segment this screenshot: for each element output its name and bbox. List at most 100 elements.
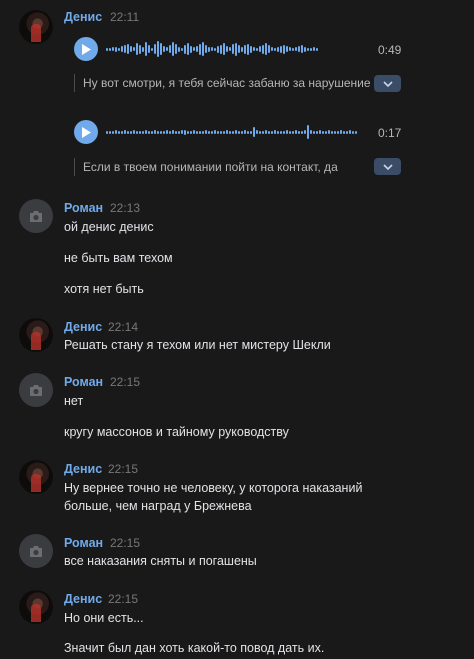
waveform-bar	[274, 47, 276, 51]
waveform-bar	[181, 47, 183, 51]
waveform-bar	[124, 45, 126, 53]
waveform-bar	[280, 130, 282, 134]
waveform-bar	[184, 129, 186, 135]
waveform-bar	[142, 46, 144, 52]
waveform-bar	[331, 130, 333, 134]
waveform-bar	[187, 43, 189, 55]
message-text: Ну вернее точно не человеку, у которога …	[64, 481, 363, 495]
waveform-bar	[175, 130, 177, 134]
waveform-bar	[274, 130, 276, 134]
waveform-bar	[190, 130, 192, 134]
waveform-bar	[235, 42, 237, 56]
waveform-bar	[106, 130, 108, 134]
waveform-bar	[280, 45, 282, 53]
waveform-bar	[157, 130, 159, 134]
waveform-bar	[217, 130, 219, 134]
avatar[interactable]	[19, 199, 53, 233]
message-text: ой денис денис	[64, 220, 154, 234]
waveform-bar	[208, 130, 210, 134]
waveform[interactable]	[106, 38, 318, 60]
waveform-bar	[334, 130, 336, 134]
waveform-bar	[115, 46, 117, 52]
expand-transcript-button[interactable]	[374, 75, 401, 92]
waveform-bar	[340, 130, 342, 134]
waveform-bar	[217, 45, 219, 53]
waveform-bar	[322, 130, 324, 134]
waveform-bar	[136, 130, 138, 134]
waveform-bar	[253, 47, 255, 51]
avatar[interactable]	[19, 590, 53, 624]
play-button[interactable]	[74, 37, 98, 61]
avatar[interactable]	[19, 318, 53, 352]
waveform-bar	[301, 45, 303, 53]
waveform-bar	[283, 44, 285, 54]
waveform-bar	[160, 130, 162, 134]
author-name[interactable]: Роман	[64, 536, 103, 550]
waveform-bar	[214, 130, 216, 134]
timestamp: 22:15	[108, 462, 139, 476]
waveform-bar	[226, 130, 228, 134]
waveform-bar	[220, 44, 222, 54]
avatar[interactable]	[19, 10, 53, 44]
waveform-bar	[337, 130, 339, 134]
waveform-bar	[241, 130, 243, 134]
waveform-bar	[133, 130, 135, 134]
voice-duration: 0:49	[378, 43, 402, 57]
message-text: Но они есть...	[64, 611, 144, 625]
message-text: нет	[64, 394, 84, 408]
waveform-bar	[169, 45, 171, 53]
waveform-bar	[316, 47, 318, 51]
waveform-bar	[205, 130, 207, 134]
waveform-bar	[232, 44, 234, 54]
chevron-down-icon	[382, 163, 393, 170]
message-text: не быть вам техом	[64, 251, 173, 265]
waveform-bar	[229, 47, 231, 51]
expand-transcript-button[interactable]	[374, 158, 401, 175]
waveform-bar	[328, 130, 330, 134]
waveform-bar	[304, 46, 306, 52]
waveform-bar	[250, 130, 252, 134]
waveform-bar	[190, 45, 192, 53]
waveform-bar	[166, 47, 168, 51]
waveform-bar	[112, 130, 114, 134]
waveform-bar	[115, 130, 117, 134]
waveform-bar	[148, 130, 150, 134]
waveform-bar	[130, 130, 132, 134]
avatar[interactable]	[19, 460, 53, 494]
waveform-bar	[109, 47, 111, 51]
waveform-bar	[271, 130, 273, 134]
author-name[interactable]: Денис	[64, 592, 102, 606]
waveform-bar	[256, 130, 258, 134]
waveform-bar	[268, 130, 270, 134]
waveform-bar	[352, 130, 354, 134]
waveform-bar	[316, 130, 318, 134]
avatar[interactable]	[19, 373, 53, 407]
message-text: Значит был дан хоть какой-то повод дать …	[64, 641, 325, 655]
voice-duration: 0:17	[378, 126, 402, 140]
author-name[interactable]: Роман	[64, 201, 103, 215]
author-name[interactable]: Денис	[64, 320, 102, 334]
waveform-bar	[136, 43, 138, 55]
play-button[interactable]	[74, 120, 98, 144]
waveform-bar	[229, 130, 231, 134]
waveform-bar	[145, 130, 147, 134]
author-name[interactable]: Роман	[64, 375, 103, 389]
waveform-bar	[310, 47, 312, 51]
waveform-bar	[235, 130, 237, 134]
timestamp: 22:14	[108, 320, 139, 334]
avatar[interactable]	[19, 534, 53, 568]
author-name[interactable]: Денис	[64, 10, 102, 24]
waveform-bar	[139, 130, 141, 134]
waveform-bar	[202, 130, 204, 134]
waveform-bar	[154, 130, 156, 134]
waveform[interactable]	[106, 121, 357, 143]
waveform-bar	[277, 130, 279, 134]
waveform-bar	[310, 130, 312, 134]
waveform-bar	[319, 130, 321, 134]
waveform-bar	[178, 46, 180, 52]
waveform-bar	[265, 130, 267, 134]
waveform-bar	[187, 130, 189, 134]
waveform-bar	[223, 130, 225, 134]
author-name[interactable]: Денис	[64, 462, 102, 476]
waveform-bar	[139, 44, 141, 54]
